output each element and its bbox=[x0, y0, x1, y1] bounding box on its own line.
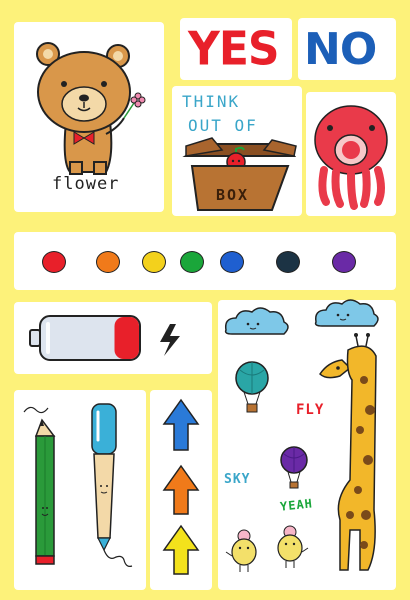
yes-panel: YES bbox=[180, 18, 292, 80]
battery-panel bbox=[14, 302, 212, 374]
color-dot-purple bbox=[332, 251, 356, 273]
color-dot-yellow bbox=[142, 251, 166, 273]
fly-label: FLY bbox=[296, 402, 325, 418]
lightning-icon bbox=[160, 324, 180, 356]
box-label: BOX bbox=[216, 186, 250, 204]
color-dot-orange bbox=[96, 251, 120, 273]
arrow-up-yellow-icon bbox=[162, 524, 200, 575]
bear-panel: flower bbox=[14, 22, 164, 212]
arrows-panel bbox=[150, 390, 212, 590]
no-label: NO bbox=[304, 24, 377, 75]
bear-caption: flower bbox=[52, 174, 120, 194]
color-dots-panel bbox=[14, 232, 396, 290]
octopus-icon bbox=[314, 105, 388, 210]
pens-panel bbox=[14, 390, 146, 590]
chick-icon bbox=[277, 525, 309, 568]
yes-label: YES bbox=[188, 22, 280, 77]
sky-label: SKY bbox=[224, 472, 251, 487]
sky-panel: FLY SKY YEAH bbox=[218, 299, 396, 590]
color-dot-blue bbox=[220, 251, 244, 273]
octopus-panel bbox=[306, 92, 396, 216]
color-dot-navy bbox=[276, 251, 300, 273]
color-dot-red bbox=[42, 251, 66, 273]
marker-icon bbox=[91, 403, 133, 567]
no-panel: NO bbox=[298, 18, 396, 80]
think-panel: THINK OUT OF BOX bbox=[172, 86, 302, 216]
color-dot-green bbox=[180, 251, 204, 273]
